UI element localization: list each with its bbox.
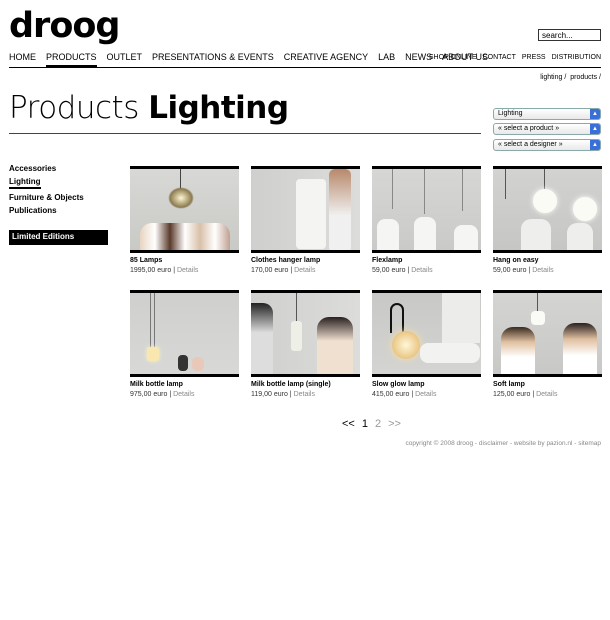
nav-creative-agency[interactable]: CREATIVE AGENCY: [284, 52, 368, 68]
details-link[interactable]: Details: [411, 267, 432, 274]
product-image[interactable]: [493, 290, 602, 377]
price-value: 975,00 euro: [130, 391, 168, 398]
product-name[interactable]: Flexlamp: [372, 257, 482, 264]
sidebar-item-lighting[interactable]: Lighting: [9, 177, 41, 189]
nav-shop-online[interactable]: SHOP ONLINE: [429, 54, 477, 61]
price-value: 59,00 euro: [493, 267, 527, 274]
product-name[interactable]: Milk bottle lamp: [130, 381, 240, 388]
product-name[interactable]: Slow glow lamp: [372, 381, 482, 388]
product-select-value: « select a product »: [498, 125, 560, 132]
nav-lab[interactable]: LAB: [378, 52, 395, 68]
page-title-light: Products: [9, 90, 139, 126]
details-link[interactable]: Details: [294, 391, 315, 398]
product-name[interactable]: Milk bottle lamp (single): [251, 381, 361, 388]
select-arrow-icon: ▲: [590, 124, 600, 134]
product-price: 415,00 euro | Details: [372, 391, 437, 398]
price-value: 1995,00 euro: [130, 267, 172, 274]
select-arrow-icon: ▲: [590, 109, 600, 119]
search-input[interactable]: [538, 29, 601, 41]
title-divider: [9, 133, 481, 134]
price-value: 125,00 euro: [493, 391, 531, 398]
category-select[interactable]: Lighting ▲: [493, 108, 601, 120]
pager-page-2[interactable]: 2: [375, 418, 381, 430]
sidebar-item-furniture[interactable]: Furniture & Objects: [9, 193, 84, 202]
pager-prev[interactable]: <<: [342, 418, 355, 430]
footer: copyright © 2008 droog - disclaimer - we…: [405, 440, 601, 447]
pagination: << 1 2 >>: [342, 418, 401, 430]
details-link[interactable]: Details: [415, 391, 436, 398]
select-arrow-icon: ▲: [590, 140, 600, 150]
price-value: 59,00 euro: [372, 267, 406, 274]
product-image[interactable]: [130, 290, 239, 377]
main-nav: HOME PRODUCTS OUTLET PRESENTATIONS & EVE…: [9, 52, 488, 68]
nav-contact[interactable]: CONTACT: [483, 54, 516, 61]
page-title: Products Lighting: [9, 90, 289, 126]
product-card[interactable]: Hang on easy 59,00 euro | Details: [493, 166, 603, 274]
product-image[interactable]: [251, 166, 360, 253]
product-price: 170,00 euro | Details: [251, 267, 316, 274]
product-name[interactable]: 85 Lamps: [130, 257, 240, 264]
product-price: 1995,00 euro | Details: [130, 267, 199, 274]
utility-nav: SHOP ONLINE CONTACT PRESS DISTRIBUTION: [429, 54, 601, 61]
sidebar-item-accessories[interactable]: Accessories: [9, 164, 84, 173]
product-card[interactable]: Milk bottle lamp (single) 119,00 euro | …: [251, 290, 361, 398]
details-link[interactable]: Details: [173, 391, 194, 398]
designer-select[interactable]: « select a designer » ▲: [493, 139, 601, 151]
product-price: 59,00 euro | Details: [372, 267, 433, 274]
product-card[interactable]: Clothes hanger lamp 170,00 euro | Detail…: [251, 166, 361, 274]
price-value: 415,00 euro: [372, 391, 410, 398]
product-image[interactable]: [130, 166, 239, 253]
designer-select-value: « select a designer »: [498, 141, 563, 148]
pager-next[interactable]: >>: [388, 418, 401, 430]
details-link[interactable]: Details: [536, 391, 557, 398]
page-title-bold: Lighting: [148, 90, 289, 126]
nav-press[interactable]: PRESS: [522, 54, 546, 61]
product-card[interactable]: Milk bottle lamp 975,00 euro | Details: [130, 290, 240, 398]
breadcrumb-products[interactable]: products /: [570, 74, 601, 81]
product-name[interactable]: Soft lamp: [493, 381, 603, 388]
brand-logo[interactable]: droog: [9, 6, 120, 46]
sidebar-item-publications[interactable]: Publications: [9, 206, 84, 215]
product-card[interactable]: 85 Lamps 1995,00 euro | Details: [130, 166, 240, 274]
product-image[interactable]: [251, 290, 360, 377]
nav-distribution[interactable]: DISTRIBUTION: [552, 54, 601, 61]
nav-products[interactable]: PRODUCTS: [46, 52, 97, 68]
product-name[interactable]: Hang on easy: [493, 257, 603, 264]
product-card[interactable]: Soft lamp 125,00 euro | Details: [493, 290, 603, 398]
details-link[interactable]: Details: [294, 267, 315, 274]
price-value: 170,00 euro: [251, 267, 289, 274]
product-price: 59,00 euro | Details: [493, 267, 554, 274]
details-link[interactable]: Details: [177, 267, 198, 274]
product-card[interactable]: Slow glow lamp 415,00 euro | Details: [372, 290, 482, 398]
product-image[interactable]: [493, 166, 602, 253]
product-select[interactable]: « select a product » ▲: [493, 123, 601, 135]
breadcrumb: lighting / products /: [538, 74, 601, 81]
details-link[interactable]: Details: [532, 267, 553, 274]
product-card[interactable]: Flexlamp 59,00 euro | Details: [372, 166, 482, 274]
product-image[interactable]: [372, 290, 481, 377]
product-name[interactable]: Clothes hanger lamp: [251, 257, 361, 264]
product-grid: 85 Lamps 1995,00 euro | Details Clothes …: [130, 166, 603, 398]
category-select-value: Lighting: [498, 110, 523, 117]
nav-presentations[interactable]: PRESENTATIONS & EVENTS: [152, 52, 274, 68]
breadcrumb-lighting[interactable]: lighting /: [540, 74, 566, 81]
nav-outlet[interactable]: OUTLET: [107, 52, 143, 68]
product-price: 975,00 euro | Details: [130, 391, 195, 398]
pager-page-current: 1: [361, 418, 368, 430]
product-price: 125,00 euro | Details: [493, 391, 558, 398]
category-sidebar: Accessories Lighting Furniture & Objects…: [9, 164, 84, 219]
product-price: 119,00 euro | Details: [251, 391, 315, 398]
nav-divider: [9, 67, 601, 68]
product-image[interactable]: [372, 166, 481, 253]
nav-home[interactable]: HOME: [9, 52, 36, 68]
limited-editions-button[interactable]: Limited Editions: [9, 230, 108, 245]
price-value: 119,00 euro: [251, 391, 288, 398]
